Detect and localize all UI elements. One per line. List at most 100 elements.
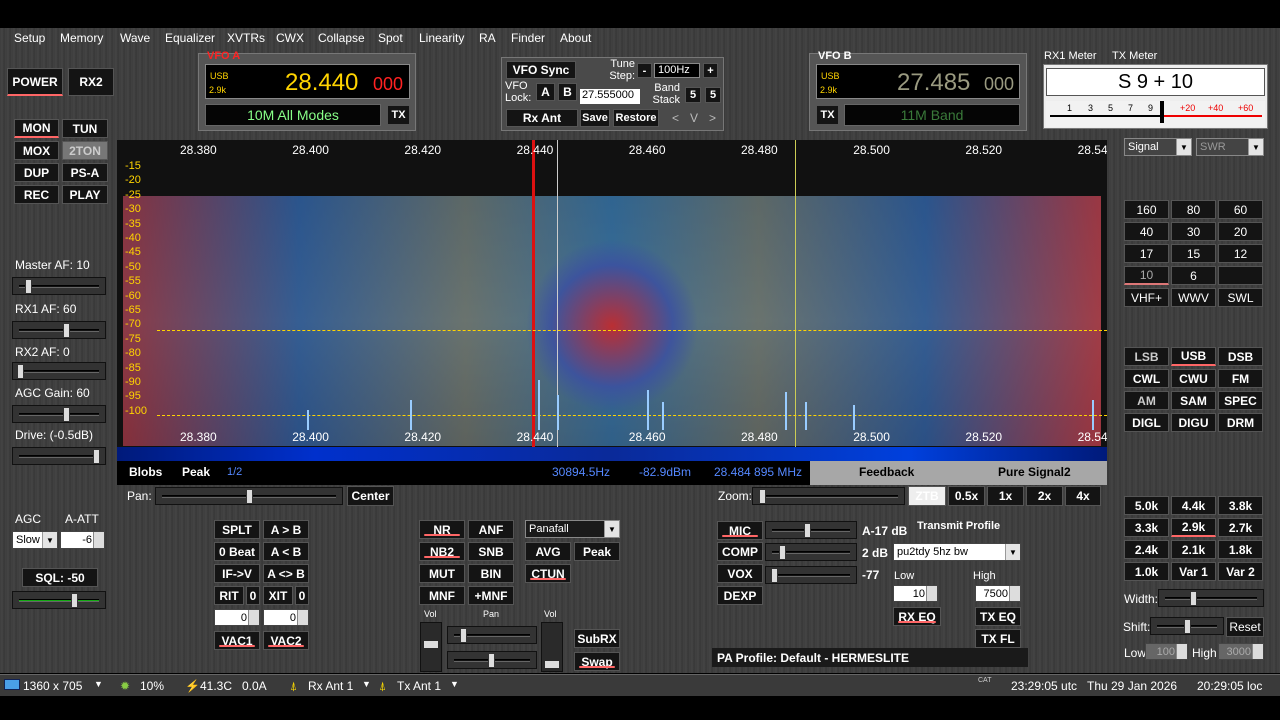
2ton-button[interactable]: 2TON	[62, 141, 108, 160]
band-stack-5b[interactable]: 5	[705, 87, 721, 103]
menu-collapse[interactable]: Collapse	[318, 31, 365, 45]
chevron-down-icon[interactable]: ▼	[362, 679, 371, 689]
menu-setup[interactable]: Setup	[14, 31, 45, 45]
tx-filter-button[interactable]: TX FL	[975, 629, 1021, 648]
a-swap-b-button[interactable]: A <> B	[263, 564, 309, 583]
comp-slider[interactable]	[765, 543, 857, 561]
band-button-SWL[interactable]: SWL	[1218, 288, 1263, 307]
tune-step-plus[interactable]: +	[703, 63, 718, 78]
vox-slider[interactable]	[765, 566, 857, 584]
stack-prev-button[interactable]: <	[672, 111, 679, 125]
menu-ra[interactable]: RA	[479, 31, 496, 45]
vac2-button[interactable]: VAC2	[263, 631, 309, 650]
center-button[interactable]: Center	[347, 486, 394, 506]
mode-button-drm[interactable]: DRM	[1218, 413, 1263, 432]
mnf-button[interactable]: MNF	[419, 586, 465, 605]
menu-spot[interactable]: Spot	[378, 31, 403, 45]
menu-cwx[interactable]: CWX	[276, 31, 304, 45]
band-button-blank[interactable]	[1218, 266, 1263, 285]
band-stack-5a[interactable]: 5	[685, 87, 701, 103]
anf-button[interactable]: ANF	[468, 520, 514, 539]
rx2-af-slider[interactable]	[12, 362, 106, 380]
band-button-17[interactable]: 17	[1124, 244, 1169, 263]
display-mode-select[interactable]: Panafall ▼	[525, 520, 620, 538]
filter-button-2.9k[interactable]: 2.9k	[1171, 518, 1216, 537]
avg-button[interactable]: AVG	[525, 542, 571, 561]
waterfall[interactable]	[117, 447, 1107, 461]
spectrum-display[interactable]: 28.380 28.400 28.420 28.440 28.460 28.480 28.5…	[117, 140, 1107, 485]
subrx-button[interactable]: SubRX	[574, 629, 620, 648]
zoom-ztb-button[interactable]: ZTB	[908, 486, 946, 506]
play-button[interactable]: PLAY	[62, 185, 108, 204]
zoom-0.5x-button[interactable]: 0.5x	[948, 486, 985, 506]
chevron-down-icon[interactable]: ▼	[450, 679, 459, 689]
zoom-1x-button[interactable]: 1x	[987, 486, 1024, 506]
restore-button[interactable]: Restore	[613, 109, 659, 127]
nr-button[interactable]: NR	[419, 520, 465, 539]
nb2-button[interactable]: NB2	[419, 542, 465, 561]
band-button-60[interactable]: 60	[1218, 200, 1263, 219]
a-to-b-button[interactable]: A > B	[263, 520, 309, 539]
mute-button[interactable]: MUT	[419, 564, 465, 583]
tune-step-minus[interactable]: -	[637, 63, 652, 78]
menu-xvtrs[interactable]: XVTRs	[227, 31, 265, 45]
agc-select[interactable]: Slow ▼	[12, 531, 58, 549]
mode-button-usb[interactable]: USB	[1171, 347, 1216, 366]
shift-reset-button[interactable]: Reset	[1226, 617, 1264, 637]
filter-button-2.7k[interactable]: 2.7k	[1218, 518, 1263, 537]
ctun-button[interactable]: CTUN	[525, 564, 571, 583]
filter-button-var2[interactable]: Var 2	[1218, 562, 1263, 581]
rit-button[interactable]: RIT	[214, 586, 244, 605]
mox-button[interactable]: MOX	[14, 141, 59, 160]
band-button-30[interactable]: 30	[1171, 222, 1216, 241]
zoom-slider[interactable]	[752, 487, 905, 505]
rit-spinner[interactable]: 0	[214, 609, 260, 626]
band-button-80[interactable]: 80	[1171, 200, 1216, 219]
vfo-a-tx-button[interactable]: TX	[387, 105, 410, 125]
stack-v-button[interactable]: V	[690, 111, 698, 125]
width-slider[interactable]	[1158, 589, 1264, 607]
vfo-b-display[interactable]: USB 2.9k 27.485 000	[816, 64, 1020, 99]
tun-button[interactable]: TUN	[62, 119, 108, 138]
rx-ant-button[interactable]: Rx Ant	[506, 109, 578, 127]
xit-button[interactable]: XIT	[263, 586, 293, 605]
vox-button[interactable]: VOX	[717, 564, 763, 583]
rx-meter-select[interactable]: Signal ▼	[1124, 138, 1192, 156]
lock-a-button[interactable]: A	[536, 83, 555, 101]
rx1-af-slider[interactable]	[12, 321, 106, 339]
tx-low-spinner[interactable]: 10	[893, 585, 938, 602]
comp-button[interactable]: COMP	[717, 542, 763, 561]
swap-button[interactable]: Swap	[574, 652, 620, 671]
filter-button-3.3k[interactable]: 3.3k	[1124, 518, 1169, 537]
menu-equalizer[interactable]: Equalizer	[165, 31, 215, 45]
subrx-pan-slider[interactable]	[447, 651, 537, 669]
peak-toggle[interactable]: Peak	[182, 465, 210, 479]
dup-button[interactable]: DUP	[14, 163, 59, 182]
menu-about[interactable]: About	[560, 31, 591, 45]
band-button-WWV[interactable]: WWV	[1171, 288, 1216, 307]
rx-pan-slider[interactable]	[447, 626, 537, 644]
menu-linearity[interactable]: Linearity	[419, 31, 464, 45]
b-to-a-button[interactable]: A < B	[263, 542, 309, 561]
rx-volume-slider[interactable]	[420, 622, 442, 672]
bin-button[interactable]: BIN	[468, 564, 514, 583]
save-button[interactable]: Save	[580, 109, 610, 127]
split-button[interactable]: SPLT	[214, 520, 260, 539]
sql-slider[interactable]	[12, 591, 106, 609]
band-button-6[interactable]: 6	[1171, 266, 1216, 285]
shift-slider[interactable]	[1150, 617, 1224, 635]
power-button[interactable]: POWER	[7, 68, 63, 96]
rec-button[interactable]: REC	[14, 185, 59, 204]
mode-button-fm[interactable]: FM	[1218, 369, 1263, 388]
filter-button-5.0k[interactable]: 5.0k	[1124, 496, 1169, 515]
zero-beat-button[interactable]: 0 Beat	[214, 542, 260, 561]
lock-b-button[interactable]: B	[558, 83, 577, 101]
chevron-down-icon[interactable]: ▼	[94, 679, 103, 689]
stack-next-button[interactable]: >	[709, 111, 716, 125]
band-button-12[interactable]: 12	[1218, 244, 1263, 263]
mode-button-spec[interactable]: SPEC	[1218, 391, 1263, 410]
filter-button-var1[interactable]: Var 1	[1171, 562, 1216, 581]
xit-spinner[interactable]: 0	[263, 609, 309, 626]
menu-finder[interactable]: Finder	[511, 31, 545, 45]
mode-button-am[interactable]: AM	[1124, 391, 1169, 410]
